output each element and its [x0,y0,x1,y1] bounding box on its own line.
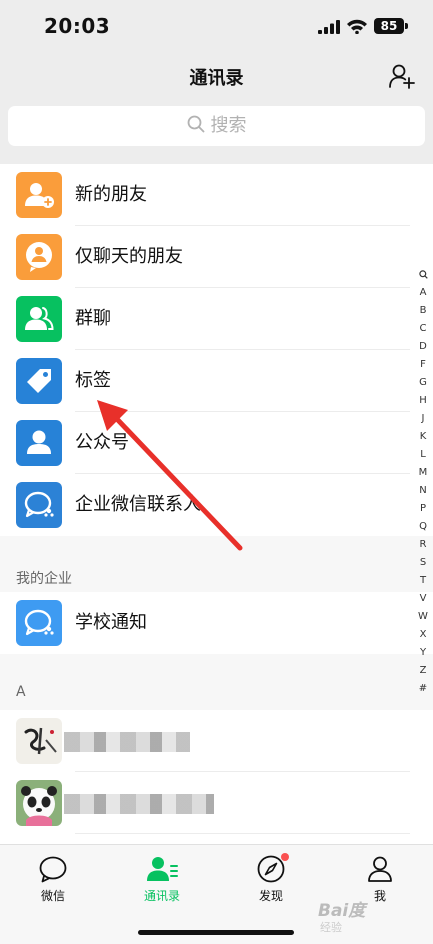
index-letter[interactable]: J [414,410,432,428]
school-notice-label: 学校通知 [75,612,147,633]
index-letter[interactable]: D [414,338,432,356]
tab-discover-label: 发现 [258,889,283,903]
index-letter[interactable]: M [414,464,432,482]
wecom-icon [16,482,62,528]
search-icon [187,115,204,133]
notification-dot [281,853,289,861]
new-friends-item[interactable]: 新的朋友 [0,164,410,226]
alphabet-index[interactable]: A B C D F G H J K L M N P Q R S T V W X Y Z # [414,266,432,698]
divider [75,833,410,834]
index-letter[interactable]: W [414,608,432,626]
avatar [16,780,62,826]
watermark-sub: 经验 [320,921,342,934]
new-friends-label: 新的朋友 [75,184,147,205]
index-letter[interactable]: P [414,500,432,518]
chat-only-friends-icon [16,234,62,280]
search-placeholder-wrap: 搜索 [8,106,425,146]
person-icon [368,856,392,882]
contact-item[interactable] [0,710,410,772]
home-indicator [138,930,294,935]
contacts-icon [147,857,178,881]
watermark-logo: Bai度 经验 [318,896,365,935]
watermark-brand: Bai度 [318,901,366,921]
index-letter[interactable]: # [414,680,432,698]
group-chats-label: 群聊 [75,308,111,329]
index-letter[interactable]: T [414,572,432,590]
tab-contacts-label: 通讯录 [143,889,180,903]
page-title: 通讯录 [189,68,244,89]
avatar [16,718,62,764]
section-enterprise-title: 我的企业 [16,571,72,587]
index-letter[interactable]: V [414,590,432,608]
add-friend-icon[interactable] [388,62,416,90]
wifi-icon [347,19,367,34]
signal-icon [318,20,340,34]
section-a-title: A [16,684,26,700]
index-letter[interactable]: C [414,320,432,338]
search-input[interactable]: 搜索 [8,106,425,146]
section-header-a: A [0,654,433,710]
wecom-contacts-item[interactable]: 企业微信联系人 [0,474,410,536]
index-letter[interactable]: N [414,482,432,500]
index-letter[interactable]: X [414,626,432,644]
contacts-list: 新的朋友 仅聊天的朋友 群聊 标签 公众号 企业微信联系人 我的企业 学校通知 … [0,164,433,844]
contact-name-blurred [64,794,214,814]
official-accounts-item[interactable]: 公众号 [0,412,410,474]
official-accounts-label: 公众号 [75,432,129,453]
contact-item[interactable] [0,772,410,834]
index-letter[interactable]: Q [414,518,432,536]
school-notice-item[interactable]: 学校通知 [0,592,410,654]
tab-bar: 微信 通讯录 发现 我 [0,844,433,944]
index-letter[interactable]: H [414,392,432,410]
index-letter[interactable]: A [414,284,432,302]
group-chats-item[interactable]: 群聊 [0,288,410,350]
chat-only-friends-item[interactable]: 仅聊天的朋友 [0,226,410,288]
index-letter[interactable]: S [414,554,432,572]
index-letter[interactable]: Y [414,644,432,662]
group-chats-icon [16,296,62,342]
status-bar: 20:03 85 [0,0,433,52]
index-letter[interactable]: Z [414,662,432,680]
tab-chats-label: 微信 [40,889,65,903]
tags-item[interactable]: 标签 [0,350,410,412]
tab-discover[interactable]: 发现 [231,853,311,904]
battery-icon: 85 [374,18,404,34]
nav-bar: 通讯录 [0,52,433,100]
section-header-enterprise: 我的企业 [0,536,433,592]
chat-bubble-icon [39,856,67,883]
tab-me-label: 我 [373,889,386,903]
tab-chats[interactable]: 微信 [13,855,93,904]
index-letter[interactable]: F [414,356,432,374]
index-letter[interactable]: R [414,536,432,554]
status-time: 20:03 [44,14,111,38]
tag-icon [16,358,62,404]
index-letter[interactable]: G [414,374,432,392]
chat-only-friends-label: 仅聊天的朋友 [75,246,183,267]
index-letter[interactable]: K [414,428,432,446]
search-placeholder: 搜索 [210,115,247,136]
new-friends-icon [16,172,62,218]
wecom-contacts-label: 企业微信联系人 [75,494,201,515]
tab-contacts[interactable]: 通讯录 [122,855,202,904]
tags-label: 标签 [75,370,111,391]
contact-name-blurred [64,732,190,752]
index-letter[interactable]: L [414,446,432,464]
index-letter[interactable] [414,266,432,284]
official-accounts-icon [16,420,62,466]
battery-tip [405,23,408,29]
index-letter[interactable]: B [414,302,432,320]
search-icon [418,269,428,279]
school-notice-icon [16,600,62,646]
